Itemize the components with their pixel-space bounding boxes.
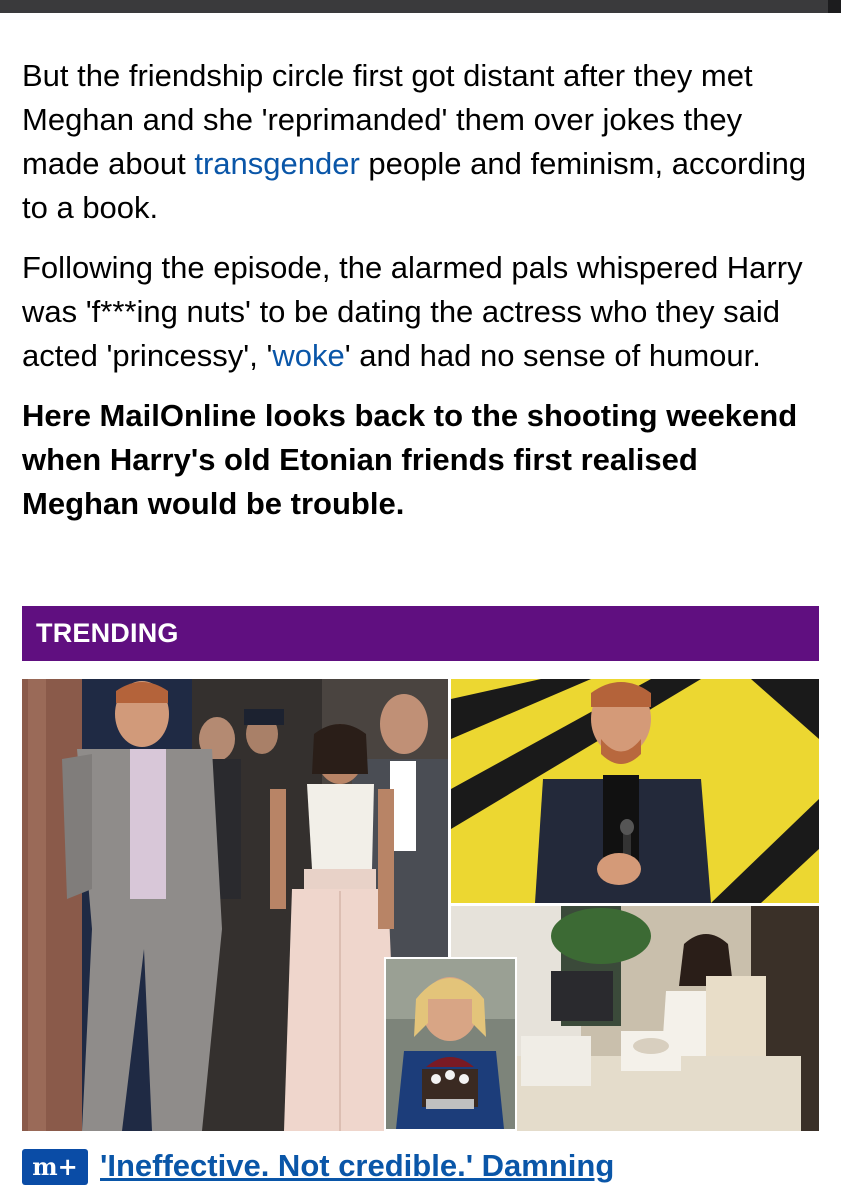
trending-photo-inset-woman-with-crown[interactable] <box>384 957 517 1131</box>
article-lead-paragraph: Here MailOnline looks back to the shooti… <box>22 398 798 521</box>
article-paragraph-1: But the friendship circle first got dist… <box>22 54 822 230</box>
trending-label: TRENDING <box>36 618 179 648</box>
trending-banner: TRENDING <box>22 606 819 661</box>
browser-top-bar <box>0 0 841 13</box>
woke-link[interactable]: woke <box>272 338 344 373</box>
mail-plus-badge: m+ <box>22 1149 88 1185</box>
transgender-link[interactable]: transgender <box>194 146 359 181</box>
woman-with-crown-illustration <box>386 959 515 1129</box>
article-paragraph-2: Following the episode, the alarmed pals … <box>22 246 822 378</box>
harry-speaking-illustration <box>451 679 819 903</box>
trending-headline-link[interactable]: 'Ineffective. Not credible.' Damning <box>100 1148 614 1184</box>
paragraph-2-text-end: ' and had no sense of humour. <box>344 338 761 373</box>
scroll-handle[interactable] <box>828 0 841 13</box>
trending-photo-harry-speaking[interactable] <box>451 679 819 903</box>
article-body: But the friendship circle first got dist… <box>22 54 822 526</box>
trending-headline-row[interactable]: m+ 'Ineffective. Not credible.' Damning <box>22 1148 822 1200</box>
